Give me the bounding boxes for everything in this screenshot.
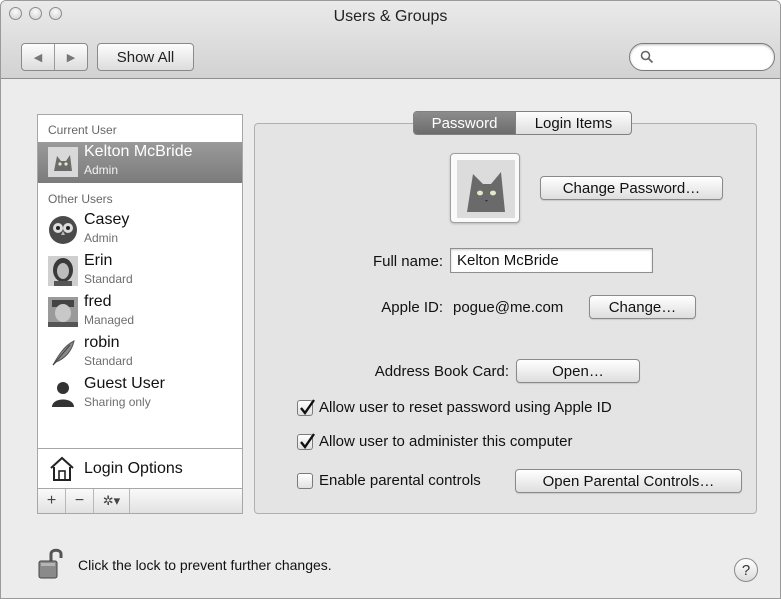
user-role: Standard [84,272,133,286]
user-role: Admin [84,231,119,245]
lock-icon[interactable] [37,546,69,580]
full-name-label: Full name: [372,253,443,270]
allow-admin-label[interactable]: Allow user to administer this computer [319,433,572,450]
user-row-casey[interactable]: Casey Admin [38,210,242,251]
user-row-guest-user[interactable]: Guest User Sharing only [38,374,242,415]
change-apple-id-button[interactable]: Change… [589,295,696,319]
allow-admin-checkbox[interactable] [297,433,315,450]
user-name: robin [84,334,120,351]
checkmark-icon [300,433,315,450]
back-forward-control: ◀ ▶ [21,43,88,71]
other-users-header: Other Users [48,192,113,206]
user-role: Admin [84,163,119,177]
tab-login-items[interactable]: Login Items [515,112,631,134]
address-book-card-label: Address Book Card: [374,363,509,380]
user-name: Guest User [84,375,165,392]
user-name: Casey [84,211,130,228]
login-options-label: Login Options [84,460,183,477]
user-name: fred [84,293,112,310]
add-user-button[interactable]: + [38,489,66,513]
show-all-button[interactable]: Show All [97,43,194,71]
user-row-erin[interactable]: Erin Standard [38,251,242,292]
user-row-robin[interactable]: robin Standard [38,333,242,374]
open-address-book-button[interactable]: Open… [516,359,640,383]
title-toolbar: Users & Groups ◀ ▶ Show All [1,1,780,79]
user-name: Erin [84,252,113,269]
house-icon [50,456,74,481]
window-title: Users & Groups [333,8,448,25]
cat-avatar-icon [48,147,78,177]
feather-avatar-icon [52,340,75,366]
man-avatar-icon [48,297,78,327]
sidebar-toolbar: + − ✲▾ [38,488,242,513]
user-row-kelton-mcbride[interactable]: Kelton McBride Admin [38,142,242,183]
current-user-header: Current User [48,123,117,137]
user-role: Standard [84,354,133,368]
search-input[interactable] [658,48,768,66]
checkmark-icon [300,399,315,416]
lock-status-text: Click the lock to prevent further change… [78,557,332,573]
woman-avatar-icon [48,256,78,286]
open-parental-controls-button[interactable]: Open Parental Controls… [515,469,742,493]
user-role: Managed [84,313,135,327]
allow-reset-checkbox[interactable] [297,399,315,416]
parental-controls-label[interactable]: Enable parental controls [319,472,481,489]
silhouette-avatar-icon [52,382,74,407]
users-list: Current User Kelton McBride Admin Other … [37,114,243,514]
parental-controls-checkbox[interactable] [297,473,313,489]
back-arrow-icon[interactable]: ◀ [22,44,54,70]
user-role: Sharing only [84,395,151,409]
change-password-button[interactable]: Change Password… [540,176,723,200]
action-gear-button[interactable]: ✲▾ [94,489,130,513]
search-field[interactable] [629,43,775,71]
remove-user-button[interactable]: − [66,489,94,513]
user-picture-well[interactable] [450,153,520,223]
forward-arrow-icon[interactable]: ▶ [54,44,87,70]
user-name: Kelton McBride [84,143,193,160]
login-options-item[interactable]: Login Options [38,448,242,488]
tab-bar: Password Login Items [413,111,632,135]
help-button[interactable]: ? [734,558,758,582]
apple-id-label: Apple ID: [381,299,443,316]
allow-reset-label[interactable]: Allow user to reset password using Apple… [319,399,612,416]
owl-avatar-icon [49,216,77,244]
apple-id-value: pogue@me.com [453,299,564,316]
full-name-field[interactable] [450,248,653,273]
user-row-fred[interactable]: fred Managed [38,292,242,333]
cat-photo-icon [457,160,515,218]
tab-password[interactable]: Password [414,112,515,134]
users-groups-window: Users & Groups ◀ ▶ Show All Current User… [0,0,781,599]
search-icon [640,50,654,64]
